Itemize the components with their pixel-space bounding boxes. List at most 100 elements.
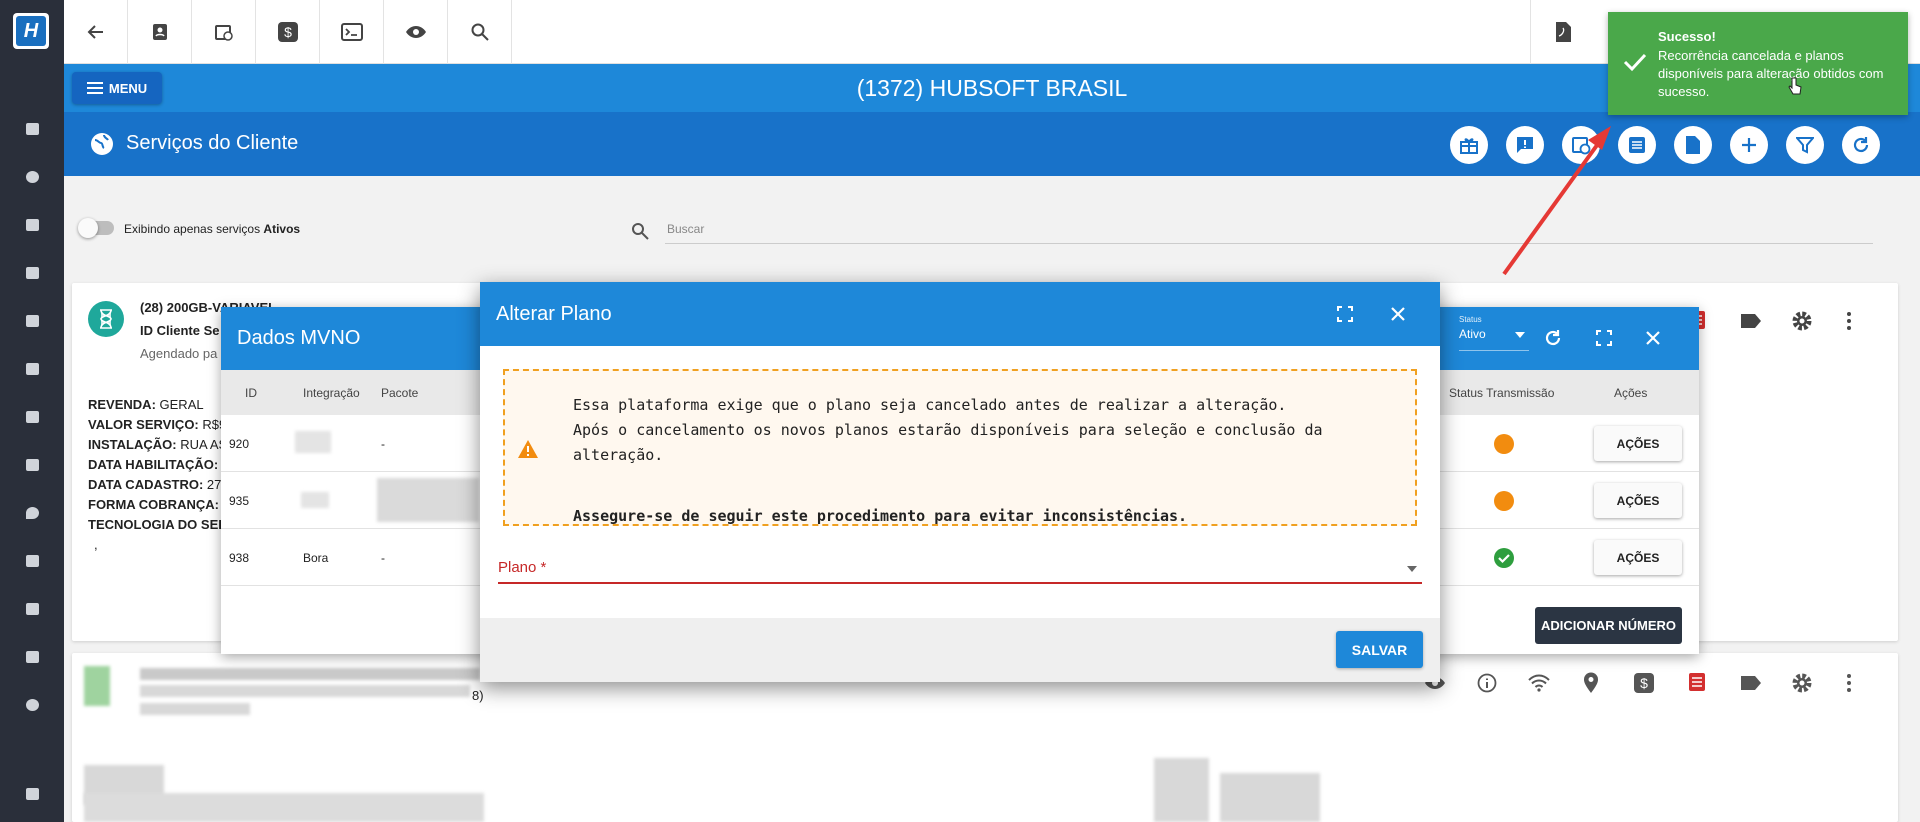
sidebar-location-icon[interactable]	[0, 489, 64, 537]
sidebar-dashboard-icon[interactable]	[0, 105, 64, 153]
acoes-button[interactable]: AÇÕES	[1594, 540, 1682, 575]
sidebar-contacts-icon[interactable]	[0, 201, 64, 249]
back-button[interactable]	[64, 0, 128, 64]
row-id: 938	[229, 551, 250, 565]
sidebar-wallet-icon[interactable]	[0, 249, 64, 297]
refresh-icon[interactable]	[1543, 328, 1563, 348]
contact-card-icon	[152, 24, 167, 40]
sidebar-money-icon[interactable]	[0, 441, 64, 489]
sidebar-list-icon[interactable]	[0, 537, 64, 585]
filter-button[interactable]	[1786, 126, 1824, 164]
col-id: ID	[245, 386, 257, 400]
sidebar-document-icon[interactable]	[0, 633, 64, 681]
dollar-icon[interactable]: $	[1633, 672, 1655, 694]
search-underline	[665, 243, 1873, 244]
client-id: ID Cliente Se	[140, 323, 220, 338]
hand-cursor-icon	[1788, 77, 1802, 95]
gear-icon[interactable]	[1791, 310, 1813, 332]
sidebar-briefcase-icon[interactable]	[0, 345, 64, 393]
wifi-icon[interactable]	[1528, 674, 1550, 692]
finance-button[interactable]: $	[256, 0, 320, 64]
plus-icon	[1742, 138, 1756, 152]
schedule-button[interactable]	[192, 0, 256, 64]
terminal-icon	[340, 23, 363, 41]
add-number-button[interactable]: ADICIONAR NÚMERO	[1535, 607, 1682, 644]
invoice-icon[interactable]	[1686, 673, 1708, 691]
search-icon	[632, 223, 649, 240]
globe-icon	[91, 133, 113, 155]
detail-extra: ,	[94, 537, 98, 552]
sidebar-calendar-icon[interactable]	[0, 297, 64, 345]
scheduled-text: Agendado pa	[140, 346, 218, 361]
gear-icon[interactable]	[1791, 672, 1813, 694]
warning-emphasis: Assegure-se de seguir este procedimento …	[573, 507, 1188, 525]
plan-select[interactable]	[498, 554, 1422, 584]
success-toast[interactable]: Sucesso! Recorrência cancelada e planos …	[1608, 12, 1908, 115]
mvno-title: Dados MVNO	[237, 327, 361, 349]
sidebar-settings-icon[interactable]	[0, 681, 64, 729]
tag-icon[interactable]	[1740, 313, 1762, 329]
calendar-clock-icon	[1572, 137, 1591, 155]
schedule-action-button[interactable]	[1562, 126, 1600, 164]
search-input[interactable]: Buscar	[667, 222, 704, 236]
service-details: REVENDA: GERAL VALOR SERVIÇO: R$9 INSTAL…	[88, 395, 228, 555]
status-select[interactable]: Ativo	[1459, 327, 1529, 351]
status-dot	[1494, 434, 1514, 454]
fullscreen-icon[interactable]	[1337, 306, 1353, 322]
gift-button[interactable]	[1450, 126, 1488, 164]
row-pacote: -	[381, 551, 385, 565]
active-services-toggle[interactable]	[78, 218, 114, 238]
toast-message: Recorrência cancelada e planos disponíve…	[1658, 48, 1884, 99]
blurred-cell	[377, 478, 479, 522]
hourglass-icon	[88, 301, 124, 337]
toggle-label: Exibindo apenas serviços Ativos	[124, 222, 301, 236]
dialog-footer: SALVAR	[480, 618, 1440, 682]
check-circle-icon	[1494, 548, 1514, 568]
detail-instalacao: INSTALAÇÃO: RUA AS	[88, 437, 228, 452]
more-vertical-icon[interactable]	[1846, 673, 1852, 693]
blurred-suffix: 8)	[472, 688, 484, 703]
alert-button[interactable]	[1506, 126, 1544, 164]
search-button[interactable]	[448, 0, 512, 64]
contacts-button[interactable]	[128, 0, 192, 64]
view-button[interactable]	[384, 0, 448, 64]
detail-tecnologia: TECNOLOGIA DO SER	[88, 517, 228, 532]
dialog-header: Alterar Plano	[480, 282, 1440, 346]
blurred-block	[1220, 773, 1320, 822]
save-button[interactable]: SALVAR	[1336, 631, 1423, 668]
warning-text: Essa plataforma exige que o plano seja c…	[573, 393, 1323, 468]
sidebar-box-icon[interactable]	[0, 393, 64, 441]
blurred-cell	[301, 492, 329, 508]
menu-button[interactable]: MENU	[72, 72, 162, 104]
add-service-button[interactable]	[1730, 126, 1768, 164]
app-logo[interactable]: H	[13, 13, 49, 49]
svg-text:$: $	[1640, 675, 1648, 691]
document-button[interactable]	[1674, 126, 1712, 164]
close-icon[interactable]	[1645, 330, 1661, 346]
acoes-button[interactable]: AÇÕES	[1594, 483, 1682, 518]
col-integracao: Integração	[303, 386, 360, 400]
sidebar-store-icon[interactable]	[0, 770, 64, 818]
acoes-button[interactable]: AÇÕES	[1594, 426, 1682, 461]
page-title: Serviços do Cliente	[126, 132, 299, 154]
fullscreen-icon[interactable]	[1596, 330, 1612, 346]
terminal-button[interactable]	[320, 0, 384, 64]
list-button[interactable]	[1618, 126, 1656, 164]
close-icon[interactable]	[1390, 306, 1406, 322]
sidebar-chart-icon[interactable]	[0, 153, 64, 201]
detail-habilitacao: DATA HABILITAÇÃO:	[88, 457, 219, 472]
col-acoes: Ações	[1614, 386, 1648, 400]
sidebar-server-icon[interactable]	[0, 585, 64, 633]
checkmark-icon	[1623, 53, 1647, 72]
dollar-icon: $	[277, 22, 298, 42]
filter-icon	[1796, 137, 1814, 154]
location-pin-icon[interactable]	[1583, 672, 1599, 694]
more-vertical-icon[interactable]	[1846, 311, 1852, 331]
info-icon[interactable]	[1477, 673, 1497, 693]
pdf-button[interactable]	[1530, 0, 1594, 64]
tag-icon[interactable]	[1740, 675, 1762, 691]
warning-line: Essa plataforma exige que o plano seja c…	[573, 396, 1287, 414]
back-arrow-icon	[87, 25, 103, 39]
warning-icon	[518, 440, 538, 458]
refresh-button[interactable]	[1842, 126, 1880, 164]
